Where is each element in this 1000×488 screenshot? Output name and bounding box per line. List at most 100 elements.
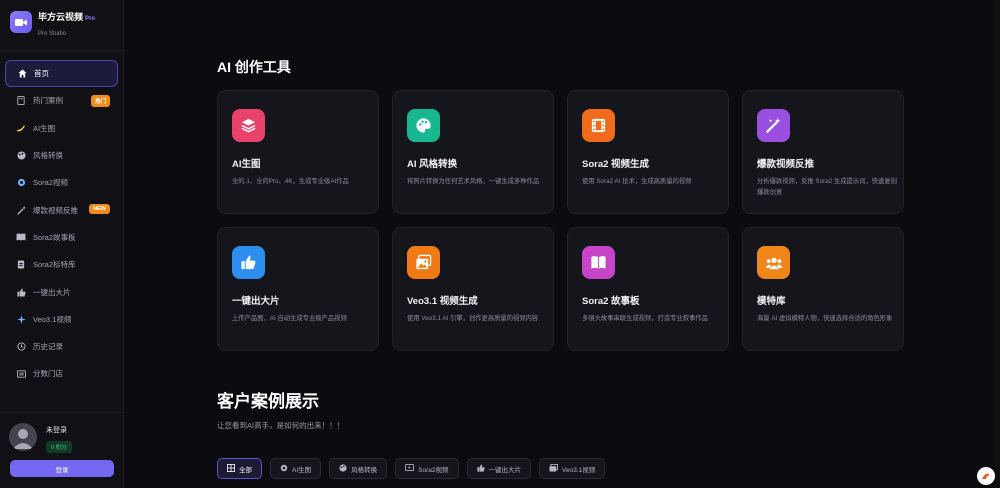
gear-icon	[280, 464, 288, 474]
tool-card[interactable]: Sora2 故事板 多镜头故事串联生成视频，打造专业叙事作品	[567, 227, 729, 351]
tool-card-description: 全的.1、全的Pro、4K，生成专业级AI作品	[232, 178, 349, 185]
showcase-subtitle: 让您看到AI高手，是如何的出来！！！	[217, 421, 345, 430]
brand-subtitle: Pro Studio	[38, 31, 67, 37]
nav-label: 历史记录	[33, 342, 63, 352]
tool-card[interactable]: 一键出大片上传产品图，AI 自动生成专业级产品视频	[217, 227, 379, 351]
nav-item-sora2-storyboard[interactable]: Sora2故事板	[5, 224, 118, 251]
filter-chip[interactable]: 全部	[217, 458, 262, 479]
nav-item-stores[interactable]: 分数门店	[5, 360, 118, 387]
user-name: 未登录	[46, 427, 67, 434]
login-button[interactable]: 登录	[10, 460, 114, 477]
tool-card-title: AI生图	[232, 159, 261, 170]
sidebar: 毕方云视频 Pro Pro Studio 首页 热门案例 热门 AI生图 风格转换…	[0, 0, 124, 488]
nav-item-sora2-model-library[interactable]: Sora2标特库	[5, 251, 118, 278]
sidebar-divider	[0, 412, 124, 413]
nav-label: Veo3.1视频	[33, 314, 72, 324]
tool-card-description: 多镜头故事串联生成视频，打造专业叙事作品	[582, 315, 708, 322]
palette-icon	[407, 109, 440, 142]
sidebar-divider	[0, 50, 124, 51]
tool-card[interactable]: Veo3.1 视频生成使用 Veo3.1 AI 引擎，创作更高质量的视频内容	[392, 227, 554, 351]
magic-wand-icon	[757, 109, 790, 142]
nav-item-hot-cases[interactable]: 热门案例 热门	[5, 87, 118, 114]
thumbs-up-icon	[232, 246, 265, 279]
nav-label: 热门案例	[33, 96, 63, 106]
thumbs-up-icon	[16, 287, 26, 297]
brand-name: 毕方云视频	[38, 12, 84, 22]
sparkle-icon	[16, 314, 26, 324]
tool-card[interactable]: AI生图全的.1、全的Pro、4K，生成专业级AI作品	[217, 90, 379, 214]
filter-chip-label: AI生图	[292, 466, 312, 474]
thumbs-up-icon	[476, 463, 485, 474]
filter-chip[interactable]: Sora2视频	[395, 458, 459, 479]
users-icon	[757, 246, 790, 279]
filter-chip-label: Veo3.1视频	[562, 466, 596, 474]
tool-card-title: 模特库	[757, 296, 786, 307]
tool-card-title: Veo3.1 视频生成	[407, 296, 478, 307]
nav-item-history[interactable]: 历史记录	[5, 333, 118, 360]
film-icon	[582, 109, 615, 142]
brand[interactable]: 毕方云视频 Pro Pro Studio	[10, 11, 95, 37]
open-book-icon	[582, 246, 615, 279]
help-widget-icon[interactable]	[976, 466, 996, 486]
filter-chip[interactable]: Veo3.1视频	[539, 458, 606, 479]
nav-item-style-transfer[interactable]: 风格转换	[5, 142, 118, 169]
scrollbar[interactable]	[994, 0, 1000, 488]
nav-item-sora2-video[interactable]: Sora2视频	[5, 169, 118, 196]
hot-badge: 热门	[90, 95, 110, 108]
open-book-icon	[16, 232, 26, 242]
tool-card[interactable]: Sora2 视频生成使用 Sora2 AI 技术，生成高质量的视频	[567, 90, 729, 214]
new-badge: NEW	[89, 204, 110, 215]
nav-label: 分数门店	[33, 369, 63, 379]
images-icon	[407, 246, 440, 279]
tool-card-title: AI 风格转换	[407, 159, 458, 170]
nav-item-ai-image[interactable]: AI生图	[5, 115, 118, 142]
banana-icon	[16, 123, 26, 133]
credits-badge: 0 积分	[46, 441, 72, 453]
palette-icon	[339, 463, 347, 474]
tool-card-description: 使用 Veo3.1 AI 引擎，创作更高质量的视频内容	[407, 315, 539, 322]
nav-item-viral-reverse[interactable]: 爆款视频反推 NEW	[5, 196, 118, 223]
nav-item-veo31-video[interactable]: Veo3.1视频	[5, 306, 118, 333]
tool-card-description: 使用 Sora2 AI 技术，生成高质量的视频	[582, 178, 692, 185]
gear-icon	[16, 178, 26, 188]
home-icon	[17, 69, 27, 79]
palette-icon	[16, 151, 26, 161]
nav-label: 一键出大片	[33, 287, 71, 297]
tools-section-title: AI 创作工具	[217, 59, 291, 75]
filter-chip[interactable]: AI生图	[270, 458, 322, 479]
filter-chip[interactable]: 一键出大片	[466, 458, 532, 479]
filter-chip[interactable]: 风格转换	[329, 458, 388, 479]
sidebar-nav: 首页 热门案例 热门 AI生图 风格转换 Sora2视频 爆款视频反推 NEW …	[5, 60, 118, 388]
history-icon	[16, 342, 26, 352]
tool-card-description: 上传产品图，AI 自动生成专业级产品视频	[232, 315, 347, 322]
nav-label: 风格转换	[33, 151, 63, 161]
tool-card[interactable]: 模特库海量 AI 虚拟模特人物，快速选择合适的角色形象	[742, 227, 904, 351]
tool-card-title: 一键出大片	[232, 296, 280, 307]
avatar	[9, 423, 37, 451]
nav-label: Sora2视频	[33, 178, 69, 188]
nav-label: 首页	[34, 69, 49, 79]
grid-icon	[227, 463, 235, 474]
tool-card-description: 海量 AI 虚拟模特人物，快速选择合适的角色形象	[757, 315, 893, 322]
user-profile[interactable]: 未登录 0 积分	[9, 423, 72, 454]
user-silhouette-icon	[13, 429, 33, 449]
filter-chip-label: Sora2视频	[418, 466, 449, 474]
nav-label: 爆款视频反推	[33, 205, 78, 215]
magic-wand-icon	[16, 205, 26, 215]
filter-chip-label: 一键出大片	[488, 466, 522, 474]
book-icon	[16, 96, 26, 106]
video-icon	[405, 464, 415, 473]
showcase-section-title: 客户案例展示	[217, 392, 319, 411]
tool-card[interactable]: AI 风格转换 将照片转换为任何艺术风格，一键生成多种作品	[392, 90, 554, 214]
nav-label: Sora2标特库	[33, 260, 76, 270]
brand-pro-label: Pro	[85, 16, 96, 22]
nav-item-home[interactable]: 首页	[5, 60, 118, 88]
list-icon	[16, 369, 26, 379]
tool-card[interactable]: 爆款视频反推 分析爆款视频，反推 Sora2 生成提示词，快速复刻爆款创意	[742, 90, 904, 214]
images-icon	[549, 463, 558, 474]
nav-label: AI生图	[33, 123, 56, 133]
tool-card-title: Sora2 视频生成	[582, 159, 650, 170]
nav-item-one-click[interactable]: 一键出大片	[5, 278, 118, 305]
tool-card-description: 分析爆款视频，反推 Sora2 生成提示词，快速复刻爆款创意	[757, 178, 897, 196]
document-icon	[16, 260, 26, 270]
